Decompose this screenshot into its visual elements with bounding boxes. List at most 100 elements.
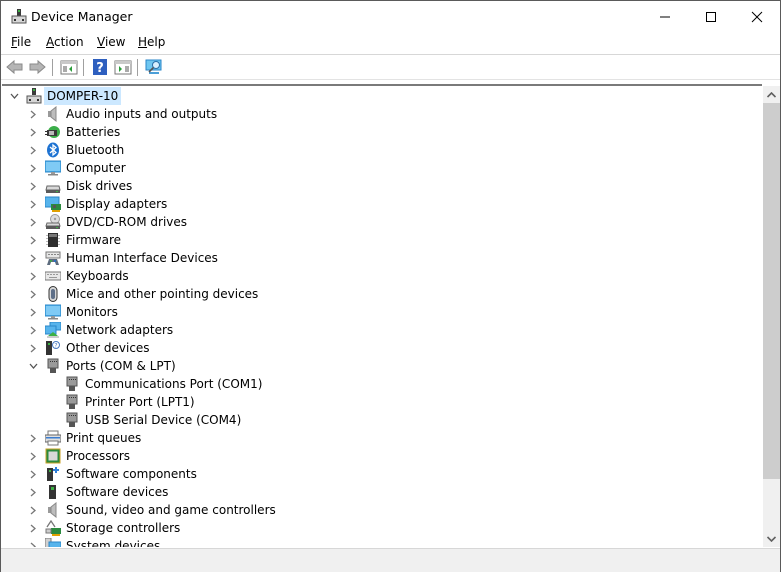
expand-toggle[interactable] bbox=[28, 447, 38, 465]
tree-root-node[interactable]: DOMPER-10 bbox=[2, 87, 762, 105]
tree-node-label: Network adapters bbox=[66, 323, 174, 337]
help-button[interactable]: ? bbox=[91, 58, 109, 76]
show-hide-console-tree-button[interactable] bbox=[60, 58, 78, 76]
scroll-up-button[interactable] bbox=[763, 86, 780, 103]
menu-action[interactable]: Action bbox=[46, 35, 84, 49]
tree-category-storage-controllers[interactable]: Storage controllers bbox=[2, 519, 762, 537]
tree-category-mice-and-other-pointing-devices[interactable]: Mice and other pointing devices bbox=[2, 285, 762, 303]
tree-category-bluetooth[interactable]: Bluetooth bbox=[2, 141, 762, 159]
tree-category-batteries[interactable]: Batteries bbox=[2, 123, 762, 141]
expand-toggle[interactable] bbox=[28, 141, 38, 159]
expand-toggle[interactable] bbox=[28, 501, 38, 519]
software-device-icon bbox=[49, 485, 56, 499]
tree-category-monitors[interactable]: Monitors bbox=[2, 303, 762, 321]
scrollbar-thumb[interactable] bbox=[763, 103, 780, 479]
scan-hardware-button[interactable] bbox=[145, 58, 163, 76]
menu-file[interactable]: File bbox=[11, 35, 31, 49]
chevron-right-icon bbox=[30, 326, 36, 334]
show-hide-action-pane-button[interactable] bbox=[114, 58, 132, 76]
tree-category-system-devices[interactable]: System devices bbox=[2, 537, 762, 547]
tree-category-dvd-cd-rom-drives[interactable]: DVD/CD-ROM drives bbox=[2, 213, 762, 231]
tree-device-item[interactable]: USB Serial Device (COM4) bbox=[2, 411, 762, 429]
port-icon bbox=[66, 394, 78, 409]
tree-category-computer[interactable]: Computer bbox=[2, 159, 762, 177]
tree-node-label: Software components bbox=[66, 467, 197, 481]
printer-icon bbox=[45, 430, 61, 446]
expand-toggle[interactable] bbox=[28, 249, 38, 267]
title-bar[interactable]: Device Manager bbox=[1, 1, 780, 32]
expand-toggle[interactable] bbox=[28, 159, 38, 177]
tree-category-sound-video-and-game-controllers[interactable]: Sound, video and game controllers bbox=[2, 501, 762, 519]
expand-toggle[interactable] bbox=[28, 213, 38, 231]
chevron-right-icon bbox=[30, 524, 36, 532]
tree-category-network-adapters[interactable]: Network adapters bbox=[2, 321, 762, 339]
expand-toggle[interactable] bbox=[28, 519, 38, 537]
tree-node-label: Batteries bbox=[66, 125, 121, 139]
tree-category-software-devices[interactable]: Software devices bbox=[2, 483, 762, 501]
chevron-down-icon bbox=[10, 93, 18, 99]
tree-node-label: Storage controllers bbox=[66, 521, 181, 535]
scroll-down-button[interactable] bbox=[763, 530, 780, 547]
chevron-right-icon bbox=[30, 146, 36, 154]
console-tree-icon bbox=[60, 60, 78, 75]
forward-button[interactable] bbox=[28, 58, 46, 76]
hid-icon bbox=[45, 251, 61, 265]
menu-view[interactable]: View bbox=[97, 35, 125, 49]
back-button[interactable] bbox=[6, 58, 24, 76]
tree-category-other-devices[interactable]: ? Other devices bbox=[2, 339, 762, 357]
expand-toggle[interactable] bbox=[28, 123, 38, 141]
close-button[interactable] bbox=[734, 1, 780, 32]
menu-label-rest: elp bbox=[147, 35, 166, 49]
port-icon bbox=[47, 358, 59, 373]
maximize-button[interactable] bbox=[688, 1, 734, 32]
expand-toggle[interactable] bbox=[28, 537, 38, 547]
tree-category-display-adapters[interactable]: Display adapters bbox=[2, 195, 762, 213]
minimize-button[interactable] bbox=[642, 1, 688, 32]
expand-toggle[interactable] bbox=[28, 465, 38, 483]
tree-category-firmware[interactable]: Firmware bbox=[2, 231, 762, 249]
tree-category-processors[interactable]: Processors bbox=[2, 447, 762, 465]
tree-category-human-interface-devices[interactable]: Human Interface Devices bbox=[2, 249, 762, 267]
expand-toggle[interactable] bbox=[28, 195, 38, 213]
chevron-right-icon bbox=[30, 182, 36, 190]
chevron-down-icon bbox=[29, 363, 37, 369]
tree-device-item[interactable]: Printer Port (LPT1) bbox=[2, 393, 762, 411]
minimize-icon bbox=[660, 16, 670, 17]
tree-device-item[interactable]: Communications Port (COM1) bbox=[2, 375, 762, 393]
chevron-right-icon bbox=[30, 200, 36, 208]
toolbar: ? bbox=[1, 55, 780, 80]
expand-toggle[interactable] bbox=[28, 483, 38, 501]
tree-category-ports-com-lpt[interactable]: Ports (COM & LPT) bbox=[2, 357, 762, 375]
expand-toggle[interactable] bbox=[28, 357, 38, 375]
expand-toggle[interactable] bbox=[28, 177, 38, 195]
expand-toggle[interactable] bbox=[28, 231, 38, 249]
close-icon bbox=[751, 11, 763, 22]
menu-help[interactable]: Help bbox=[138, 35, 165, 49]
tree-category-software-components[interactable]: Software components bbox=[2, 465, 762, 483]
expand-toggle[interactable] bbox=[28, 267, 38, 285]
tree-category-print-queues[interactable]: Print queues bbox=[2, 429, 762, 447]
toolbar-separator bbox=[52, 59, 53, 76]
tree-node-label: Audio inputs and outputs bbox=[66, 107, 218, 121]
menu-bar: File Action View Help bbox=[1, 32, 780, 55]
expand-toggle[interactable] bbox=[28, 321, 38, 339]
expand-toggle[interactable] bbox=[28, 105, 38, 123]
chevron-right-icon bbox=[30, 506, 36, 514]
device-tree[interactable]: DOMPER-10 Audio inputs and outputs Batte… bbox=[2, 84, 762, 547]
toolbar-separator bbox=[137, 59, 138, 76]
chevron-right-icon bbox=[30, 110, 36, 118]
chevron-right-icon bbox=[30, 272, 36, 280]
vertical-scrollbar[interactable] bbox=[763, 86, 780, 547]
expand-toggle[interactable] bbox=[28, 339, 38, 357]
tree-category-audio-inputs-and-outputs[interactable]: Audio inputs and outputs bbox=[2, 105, 762, 123]
monitor-icon bbox=[45, 304, 61, 320]
tree-category-disk-drives[interactable]: Disk drives bbox=[2, 177, 762, 195]
tree-node-label: Display adapters bbox=[66, 197, 168, 211]
tree-category-keyboards[interactable]: Keyboards bbox=[2, 267, 762, 285]
port-icon bbox=[66, 376, 78, 391]
tree-node-label: Disk drives bbox=[66, 179, 133, 193]
expand-toggle[interactable] bbox=[28, 285, 38, 303]
expand-toggle[interactable] bbox=[28, 429, 38, 447]
expand-toggle[interactable] bbox=[9, 87, 19, 105]
expand-toggle[interactable] bbox=[28, 303, 38, 321]
